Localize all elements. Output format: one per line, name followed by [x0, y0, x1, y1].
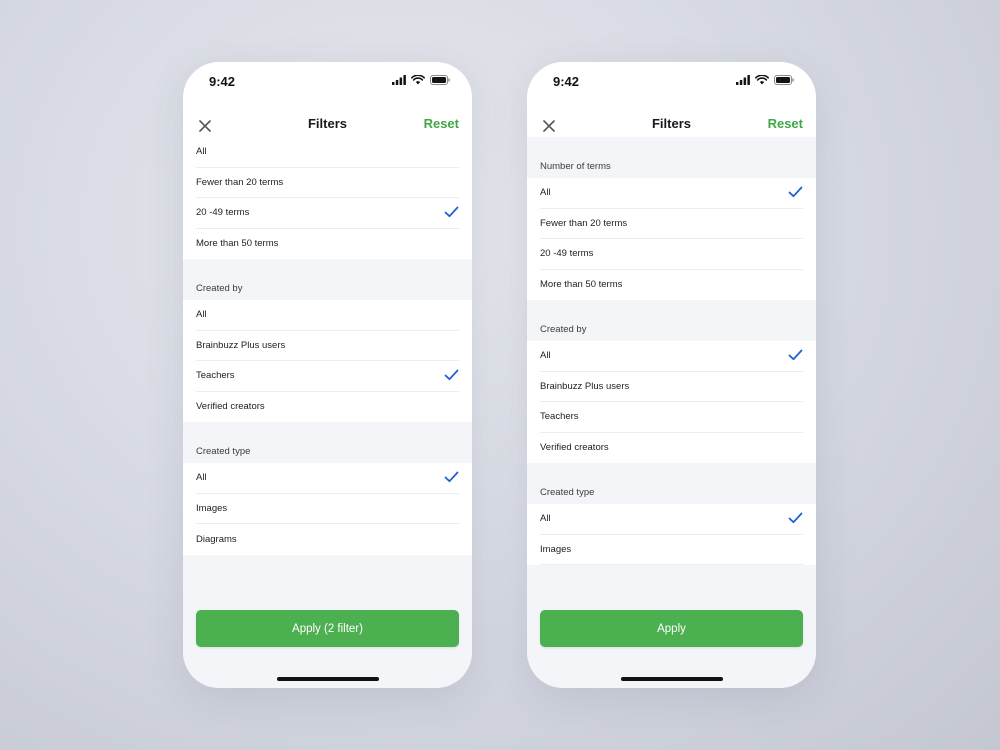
checkmark-icon	[444, 471, 459, 483]
filter-option[interactable]: All	[540, 178, 803, 209]
filter-option[interactable]: 20 -49 terms	[540, 239, 803, 270]
checkmark-icon	[788, 349, 803, 361]
filter-list: All Fewer than 20 terms 20 -49 terms Mor…	[183, 137, 472, 607]
filter-option[interactable]: Images	[196, 494, 459, 524]
section-header-created-by: Created by	[183, 259, 472, 300]
checkmark-icon	[788, 186, 803, 198]
filter-option[interactable]: All	[196, 300, 459, 331]
filter-option[interactable]: Diagrams	[196, 524, 459, 555]
signal-icon	[392, 75, 406, 85]
filter-option[interactable]: Verified creators	[196, 392, 459, 423]
phone-screen-filters-default: 9:42 Filters Reset Number of terms All F…	[527, 62, 816, 688]
battery-icon	[774, 75, 794, 85]
filter-option[interactable]: 20 -49 terms	[196, 198, 459, 229]
filter-option[interactable]: All	[196, 137, 459, 168]
filter-group-number-of-terms: All Fewer than 20 terms 20 -49 terms Mor…	[527, 178, 816, 300]
signal-icon	[736, 75, 750, 85]
status-time: 9:42	[553, 74, 580, 89]
home-indicator	[620, 677, 723, 681]
checkmark-icon	[788, 512, 803, 524]
status-bar: 9:42	[527, 62, 816, 102]
reset-button[interactable]: Reset	[424, 116, 459, 131]
filter-option[interactable]: Teachers	[540, 402, 803, 433]
wifi-icon	[411, 75, 425, 85]
reset-button[interactable]: Reset	[768, 116, 803, 131]
filter-option[interactable]: More than 50 terms	[540, 270, 803, 301]
filter-option[interactable]: All	[196, 463, 459, 494]
wifi-icon	[755, 75, 769, 85]
filter-option[interactable]: More than 50 terms	[196, 229, 459, 260]
filter-option[interactable]: Teachers	[196, 361, 459, 392]
filter-option[interactable]: All	[540, 341, 803, 372]
footer: Apply	[527, 596, 816, 688]
footer: Apply (2 filter)	[183, 596, 472, 688]
section-header-created-type: Created type	[527, 463, 816, 504]
phone-screen-filters-applied: 9:42 Filters Reset All Fewer than 20 ter…	[183, 62, 472, 688]
battery-icon	[430, 75, 450, 85]
filter-option[interactable]: Brainbuzz Plus users	[540, 372, 803, 402]
status-bar: 9:42	[183, 62, 472, 102]
apply-button[interactable]: Apply	[540, 610, 803, 647]
filter-option[interactable]: Fewer than 20 terms	[196, 168, 459, 198]
filter-list: Number of terms All Fewer than 20 terms …	[527, 137, 816, 607]
filter-group-created-by: All Brainbuzz Plus users Teachers Verifi…	[527, 341, 816, 463]
filter-group-number-of-terms: All Fewer than 20 terms 20 -49 terms Mor…	[183, 137, 472, 259]
section-header-created-type: Created type	[183, 422, 472, 463]
filter-option[interactable]: All	[540, 504, 803, 535]
section-header-number-of-terms: Number of terms	[527, 137, 816, 178]
checkmark-icon	[444, 369, 459, 381]
filter-option[interactable]: Fewer than 20 terms	[540, 209, 803, 239]
status-time: 9:42	[209, 74, 236, 89]
checkmark-icon	[444, 206, 459, 218]
filter-group-created-type: All Images Diagrams	[183, 463, 472, 555]
filter-group-created-by: All Brainbuzz Plus users Teachers Verifi…	[183, 300, 472, 422]
home-indicator	[276, 677, 379, 681]
apply-button[interactable]: Apply (2 filter)	[196, 610, 459, 647]
filter-option[interactable]: Brainbuzz Plus users	[196, 331, 459, 361]
filter-option[interactable]: Verified creators	[540, 433, 803, 464]
section-header-created-by: Created by	[527, 300, 816, 341]
filter-option[interactable]: Images	[540, 535, 803, 565]
filter-group-created-type: All Images	[527, 504, 816, 565]
